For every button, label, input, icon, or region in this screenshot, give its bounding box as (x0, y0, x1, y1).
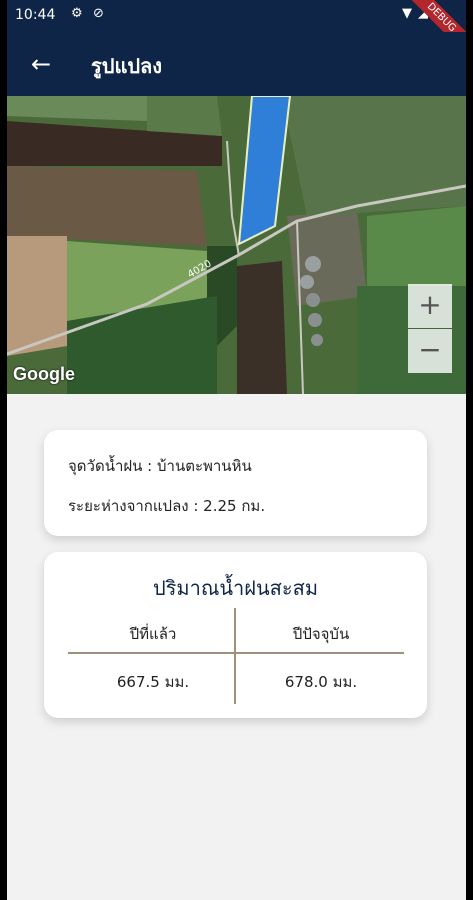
rainfall-title: ปริมาณน้ำฝนสะสม (152, 576, 319, 600)
zoom-out-button[interactable]: − (408, 329, 452, 373)
station-card: จุดวัดน้ำฝน : บ้านตะพานหิน ระยะห่างจากแป… (44, 430, 427, 536)
this-year-label: ปีปัจจุบัน (292, 625, 350, 643)
content-area: จุดวัดน้ำฝน : บ้านตะพานหิน ระยะห่างจากแป… (7, 394, 466, 900)
status-bar: 10:44 ⚙ ⊘ ▼ ◢ DEBUG (7, 0, 466, 63)
last-year-value: 667.5 มม. (116, 673, 190, 691)
app-screen: 10:44 ⚙ ⊘ ▼ ◢ DEBUG ← รูปแปลง 4020 + − G… (7, 0, 466, 900)
last-year-label: ปีที่แล้ว (129, 625, 177, 643)
rainfall-card: ปริมาณน้ำฝนสะสม ปีที่แล้ว ปีปัจจุบัน 667… (44, 552, 427, 718)
table-divider-horizontal (68, 652, 404, 654)
google-attribution: Google (13, 364, 75, 384)
app-bar: ← รูปแปลง (7, 32, 466, 96)
map-imagery (7, 96, 466, 394)
wifi-icon: ▼ (402, 6, 412, 21)
distance-label: ระยะห่างจากแปลง : 2.25 กม. (68, 497, 266, 515)
settings-icon: ⚙ (71, 6, 83, 21)
zoom-in-button[interactable]: + (408, 284, 452, 328)
do-not-disturb-icon: ⊘ (93, 6, 104, 21)
back-arrow-icon[interactable]: ← (25, 48, 57, 80)
station-label: จุดวัดน้ำฝน : บ้านตะพานหิน (68, 457, 252, 475)
page-title: รูปแปลง (91, 54, 163, 78)
this-year-value: 678.0 มม. (284, 673, 358, 691)
status-time: 10:44 (15, 7, 56, 23)
satellite-map[interactable]: 4020 + − Google (7, 96, 466, 394)
